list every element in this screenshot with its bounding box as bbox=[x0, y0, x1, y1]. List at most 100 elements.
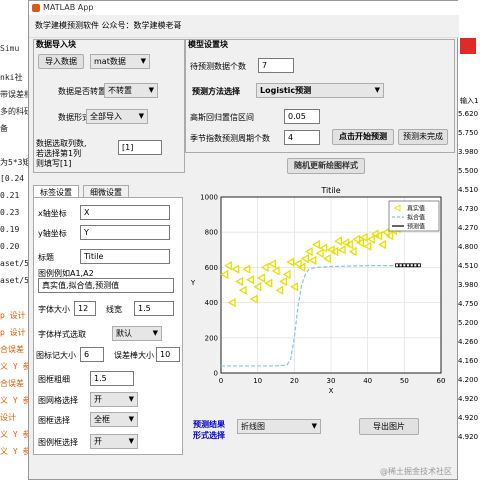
x-tick-label: 20 bbox=[290, 377, 299, 385]
data-import-title: 数据导入块 bbox=[36, 40, 76, 49]
code-line: 0.19 bbox=[0, 225, 20, 234]
watermark: @稀土掘金技术社区 bbox=[380, 467, 452, 476]
legend-entry: 拟合值 bbox=[407, 214, 425, 222]
y-tick-label: 0 bbox=[214, 370, 218, 378]
line-width-input[interactable]: 1.5 bbox=[134, 301, 174, 316]
table-cell: 3.980 bbox=[458, 148, 479, 156]
table-cell: 4.920 bbox=[458, 414, 479, 422]
table-cell: 4.920 bbox=[458, 395, 479, 403]
chevron-down-icon: ▼ bbox=[128, 395, 134, 403]
font-size-label: 字体大小 bbox=[38, 305, 70, 314]
confidence-input[interactable]: 0.05 bbox=[284, 109, 320, 124]
table-cell: 4.730 bbox=[458, 205, 479, 213]
table-cell: 4.510 bbox=[458, 186, 479, 194]
code-line: 义 Y 参 bbox=[0, 362, 31, 371]
code-line: 0.20 bbox=[0, 242, 20, 251]
chevron-down-icon: ▼ bbox=[128, 437, 134, 445]
transpose-dropdown[interactable]: 不转置 ▼ bbox=[104, 83, 158, 98]
y-tick-label: 400 bbox=[205, 299, 218, 307]
table-cell: 5.500 bbox=[458, 167, 479, 175]
frame-width-input[interactable]: 1.5 bbox=[90, 371, 134, 386]
grid-label: 图网格选择 bbox=[38, 396, 78, 405]
column-select-input[interactable]: [1] bbox=[118, 140, 162, 155]
table-cell: 4.750 bbox=[458, 300, 479, 308]
menu-bar: 数学建模预测软件 公众号：数学建模老哥 bbox=[29, 15, 459, 38]
legend-entry: 预测值 bbox=[407, 223, 425, 231]
y-axis-input[interactable]: Y bbox=[80, 225, 170, 240]
title-input[interactable]: Titile bbox=[80, 249, 170, 264]
count-input[interactable]: 7 bbox=[258, 58, 294, 73]
table-cell: 4.200 bbox=[458, 376, 479, 384]
font-style-dropdown[interactable]: 默认 ▼ bbox=[112, 326, 162, 341]
x-tick-label: 50 bbox=[400, 377, 409, 385]
line-width-label: 线宽 bbox=[106, 305, 122, 314]
table-cell: 5.620 bbox=[458, 110, 479, 118]
frame-dropdown[interactable]: 全框 ▼ bbox=[90, 412, 138, 427]
x-axis-label: x轴坐标 bbox=[38, 209, 67, 218]
font-size-input[interactable]: 12 bbox=[74, 301, 96, 316]
sim-label: Simu bbox=[0, 44, 20, 53]
season-input[interactable]: 4 bbox=[284, 130, 320, 145]
data-format-dropdown[interactable]: mat数据 ▼ bbox=[90, 54, 150, 69]
code-line: 义 Y 参 bbox=[0, 396, 31, 405]
x-tick-label: 60 bbox=[437, 377, 446, 385]
prediction-marker bbox=[406, 263, 410, 268]
code-line: aset/5 bbox=[0, 276, 29, 285]
table-cell: 5.200 bbox=[458, 319, 479, 327]
app-title: MATLAB App bbox=[43, 3, 94, 12]
random-update-style-button[interactable]: 随机更新绘图样式 bbox=[287, 158, 365, 174]
marker-size-label: 图标记大小 bbox=[36, 351, 76, 360]
x-tick-label: 0 bbox=[219, 377, 223, 385]
frame-label: 图框选择 bbox=[38, 416, 70, 425]
prediction-chart: 0 10 20 30 40 50 6002004006008001000TitileXY真实… bbox=[190, 186, 446, 395]
legend-box-dropdown[interactable]: 开 ▼ bbox=[90, 434, 138, 449]
result-label-1: 预测结果 bbox=[193, 420, 225, 429]
method-dropdown[interactable]: Logistic预测 ▼ bbox=[256, 83, 384, 98]
x-axis-input[interactable]: X bbox=[80, 205, 170, 220]
legend-box-label: 图例框选择 bbox=[38, 438, 78, 447]
season-label: 季节指数预测周期个数 bbox=[190, 134, 270, 143]
result-form-dropdown[interactable]: 折线图 ▼ bbox=[237, 419, 321, 434]
chevron-down-icon: ▼ bbox=[128, 415, 134, 423]
prediction-marker bbox=[398, 263, 403, 268]
code-line: 0.21 bbox=[0, 191, 20, 200]
method-label: 预测方法选择 bbox=[192, 87, 240, 96]
transpose-label: 数据是否转置 bbox=[58, 87, 106, 96]
code-line: 合误差 bbox=[0, 379, 24, 388]
marker-size-input[interactable]: 6 bbox=[80, 347, 104, 362]
select-label-3: 则填写[1] bbox=[36, 159, 72, 168]
legend-input[interactable]: 真实值,拟合值,预测值 bbox=[38, 278, 174, 293]
export-image-button[interactable]: 导出图片 bbox=[359, 418, 419, 435]
errorbar-input[interactable]: 10 bbox=[156, 347, 180, 362]
count-label: 待预测数据个数 bbox=[190, 62, 246, 71]
import-data-button[interactable]: 导入数据 bbox=[38, 54, 84, 69]
errorbar-label: 误差棒大小 bbox=[114, 351, 154, 360]
frame-width-label: 图框粗细 bbox=[38, 375, 70, 384]
code-line: [0.24 bbox=[0, 174, 25, 183]
code-line: 0.23 bbox=[0, 208, 20, 217]
start-predict-button[interactable]: 点击开始预测 bbox=[332, 129, 394, 145]
chevron-down-icon: ▼ bbox=[140, 57, 146, 65]
chevron-down-icon: ▼ bbox=[138, 112, 144, 120]
form-dropdown[interactable]: 全部导入 ▼ bbox=[86, 109, 148, 124]
y-axis-title: Y bbox=[190, 279, 196, 287]
code-line: 为5*3矩 bbox=[0, 158, 31, 167]
chart-title: Titile bbox=[320, 186, 340, 195]
legend-entry: 真实值 bbox=[407, 205, 425, 213]
prediction-marker bbox=[413, 263, 418, 268]
table-cell: 4.160 bbox=[458, 357, 479, 365]
data-import-panel: 数据导入块 导入数据 mat数据 ▼ 数据是否转置 不转置 ▼ 数据形式 全部导入 ▼… bbox=[33, 39, 185, 173]
grid-dropdown[interactable]: 开 ▼ bbox=[90, 392, 138, 407]
code-line: p 设计 bbox=[0, 328, 26, 337]
y-tick-label: 1000 bbox=[200, 194, 218, 202]
x-axis-title: X bbox=[329, 387, 334, 395]
x-tick-label: 40 bbox=[363, 377, 372, 385]
y-tick-label: 800 bbox=[205, 229, 218, 237]
chevron-down-icon: ▼ bbox=[311, 422, 317, 430]
prediction-marker bbox=[402, 263, 407, 268]
table-header: 输入1 bbox=[460, 97, 479, 105]
code-line: 合误差 bbox=[0, 345, 24, 354]
chevron-down-icon: ▼ bbox=[374, 86, 380, 94]
prediction-marker bbox=[409, 263, 414, 268]
background-data-table: 输入1 5.620 5.750 3.980 5.500 4.510 4.730 4.270 4… bbox=[456, 0, 480, 480]
